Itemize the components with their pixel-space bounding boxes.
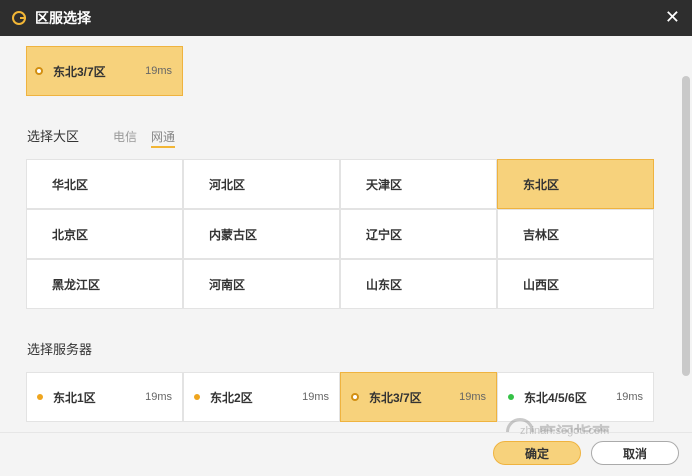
current-server-card[interactable]: 东北3/7区 19ms	[26, 46, 183, 96]
watermark-url: zhinan.sogou.com	[520, 425, 610, 437]
status-dot-icon	[351, 393, 359, 401]
region-item[interactable]: 内蒙古区	[183, 209, 340, 259]
server-ping: 19ms	[145, 391, 172, 403]
region-item[interactable]: 东北区	[497, 159, 654, 209]
region-item[interactable]: 黑龙江区	[26, 259, 183, 309]
region-section-title: 选择大区	[27, 129, 80, 144]
window-title: 区服选择	[35, 10, 91, 26]
server-section-title: 选择服务器	[27, 342, 93, 357]
current-server-name: 东北3/7区	[53, 64, 106, 79]
server-item[interactable]: 东北3/7区 19ms	[340, 372, 497, 422]
close-icon[interactable]: ✕	[665, 8, 680, 26]
status-dot-icon	[194, 394, 200, 400]
region-item[interactable]: 吉林区	[497, 209, 654, 259]
selected-dot-icon	[35, 67, 43, 75]
title-bar: 区服选择 ✕	[0, 0, 692, 36]
region-item[interactable]: 辽宁区	[340, 209, 497, 259]
server-item[interactable]: 东北4/5/6区 19ms	[497, 372, 654, 422]
cancel-button[interactable]: 取消	[591, 441, 679, 465]
server-ping: 19ms	[302, 391, 329, 403]
app-logo-icon	[12, 11, 26, 25]
status-dot-icon	[37, 394, 43, 400]
content-area: 东北3/7区 19ms 选择大区 电信 网通 华北区 河北区 天津区 东北区北京区 内蒙…	[0, 36, 692, 432]
server-name: 东北3/7区	[369, 390, 422, 405]
server-name: 东北4/5/6区	[524, 390, 587, 405]
server-item[interactable]: 东北2区 19ms	[183, 372, 340, 422]
current-server-ping: 19ms	[145, 65, 172, 77]
server-name: 东北2区	[210, 390, 253, 405]
server-item[interactable]: 东北1区 19ms	[26, 372, 183, 422]
confirm-button[interactable]: 确定	[493, 441, 581, 465]
status-dot-icon	[508, 394, 514, 400]
region-item[interactable]: 山西区	[497, 259, 654, 309]
server-ping: 19ms	[616, 391, 643, 403]
server-name: 东北1区	[53, 390, 96, 405]
region-item[interactable]: 北京区	[26, 209, 183, 259]
scrollbar-thumb[interactable]	[682, 76, 690, 376]
region-item[interactable]: 山东区	[340, 259, 497, 309]
region-item[interactable]: 华北区	[26, 159, 183, 209]
server-ping: 19ms	[459, 391, 486, 403]
dialog-footer: zhinan.sogou.com 确定 取消	[0, 425, 692, 476]
isp-tab-telecom[interactable]: 电信	[113, 128, 137, 145]
isp-tab-netcom[interactable]: 网通	[151, 128, 176, 148]
region-item[interactable]: 天津区	[340, 159, 497, 209]
region-item[interactable]: 河北区	[183, 159, 340, 209]
region-item[interactable]: 河南区	[183, 259, 340, 309]
